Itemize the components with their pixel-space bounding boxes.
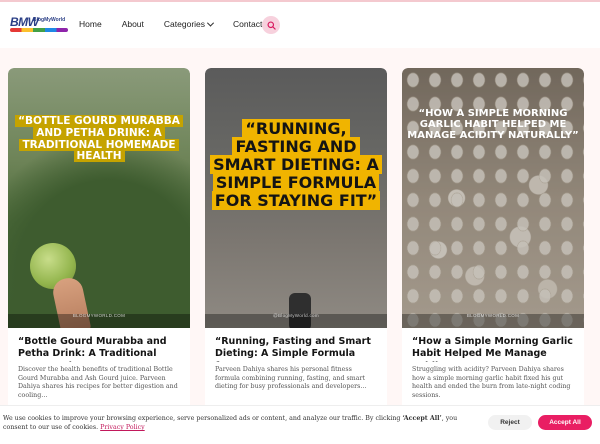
search-button[interactable]: [262, 16, 280, 34]
post-title[interactable]: “Running, Fasting and Smart Dieting: A S…: [215, 336, 377, 362]
thumbnail-overlay-title: “HOW A SIMPLE MORNING GARLIC HABIT HELPE…: [407, 108, 579, 142]
image-dim-overlay: [402, 68, 584, 328]
cookie-message: We use cookies to improve your browsing …: [3, 414, 473, 433]
accept-all-cookies-button[interactable]: Accept All: [538, 415, 592, 430]
reject-cookies-button[interactable]: Reject: [488, 415, 532, 430]
post-excerpt: Struggling with acidity? Parveen Dahiya …: [412, 366, 571, 399]
nav-home[interactable]: Home: [79, 19, 102, 29]
thumbnail-overlay-title: “BOTTLE GOURD MURABBA AND PETHA DRINK: A…: [8, 115, 190, 163]
nav-about[interactable]: About: [122, 19, 144, 29]
cookie-text-before: We use cookies to improve your browsing …: [3, 415, 403, 422]
cookie-banner: We use cookies to improve your browsing …: [0, 405, 600, 444]
logo-small-text: BlogMyWorld: [33, 17, 66, 23]
nav-contact[interactable]: Contact: [233, 19, 262, 29]
site-header: BMW BlogMyWorld Home About Categories Co…: [0, 2, 600, 48]
post-thumbnail[interactable]: “RUNNING, FASTING AND SMART DIETING: A S…: [205, 68, 387, 328]
main-nav: Home About Categories Contact: [79, 19, 282, 29]
post-excerpt: Parveen Dahiya shares his personal fitne…: [215, 366, 367, 390]
thumbnail-watermark: BLOGMYWORLD.COM: [466, 313, 520, 318]
nav-categories-label: Categories: [163, 19, 206, 29]
site-logo[interactable]: BMW BlogMyWorld: [10, 14, 68, 36]
post-card-body: “Running, Fasting and Smart Dieting: A S…: [205, 336, 387, 392]
post-thumbnail[interactable]: “HOW A SIMPLE MORNING GARLIC HABIT HELPE…: [402, 68, 584, 328]
cookie-text-bold: ‘Accept All’: [402, 415, 442, 422]
post-card[interactable]: “HOW A SIMPLE MORNING GARLIC HABIT HELPE…: [402, 68, 584, 444]
chevron-down-icon: [206, 19, 215, 27]
privacy-policy-link[interactable]: Privacy Policy: [100, 424, 145, 431]
post-card-body: “Bottle Gourd Murabba and Petha Drink: A…: [8, 336, 190, 400]
post-card[interactable]: “BOTTLE GOURD MURABBA AND PETHA DRINK: A…: [8, 68, 190, 444]
logo-stripe: [10, 28, 68, 32]
post-title[interactable]: “Bottle Gourd Murabba and Petha Drink: A…: [18, 336, 180, 362]
post-excerpt: Discover the health benefits of traditio…: [18, 366, 178, 399]
post-title[interactable]: “How a Simple Morning Garlic Habit Helpe…: [412, 336, 574, 362]
nav-categories[interactable]: Categories: [163, 19, 215, 29]
thumbnail-watermark: @BlogMyWorld.com: [273, 313, 319, 318]
thumbnail-watermark: BLOGMYWORLD.COM: [72, 313, 126, 318]
post-card-body: “How a Simple Morning Garlic Habit Helpe…: [402, 336, 584, 400]
post-card[interactable]: “RUNNING, FASTING AND SMART DIETING: A S…: [205, 68, 387, 444]
post-thumbnail[interactable]: “BOTTLE GOURD MURABBA AND PETHA DRINK: A…: [8, 68, 190, 328]
search-icon: [266, 20, 276, 30]
thumbnail-overlay-title: “RUNNING, FASTING AND SMART DIETING: A S…: [205, 119, 387, 210]
